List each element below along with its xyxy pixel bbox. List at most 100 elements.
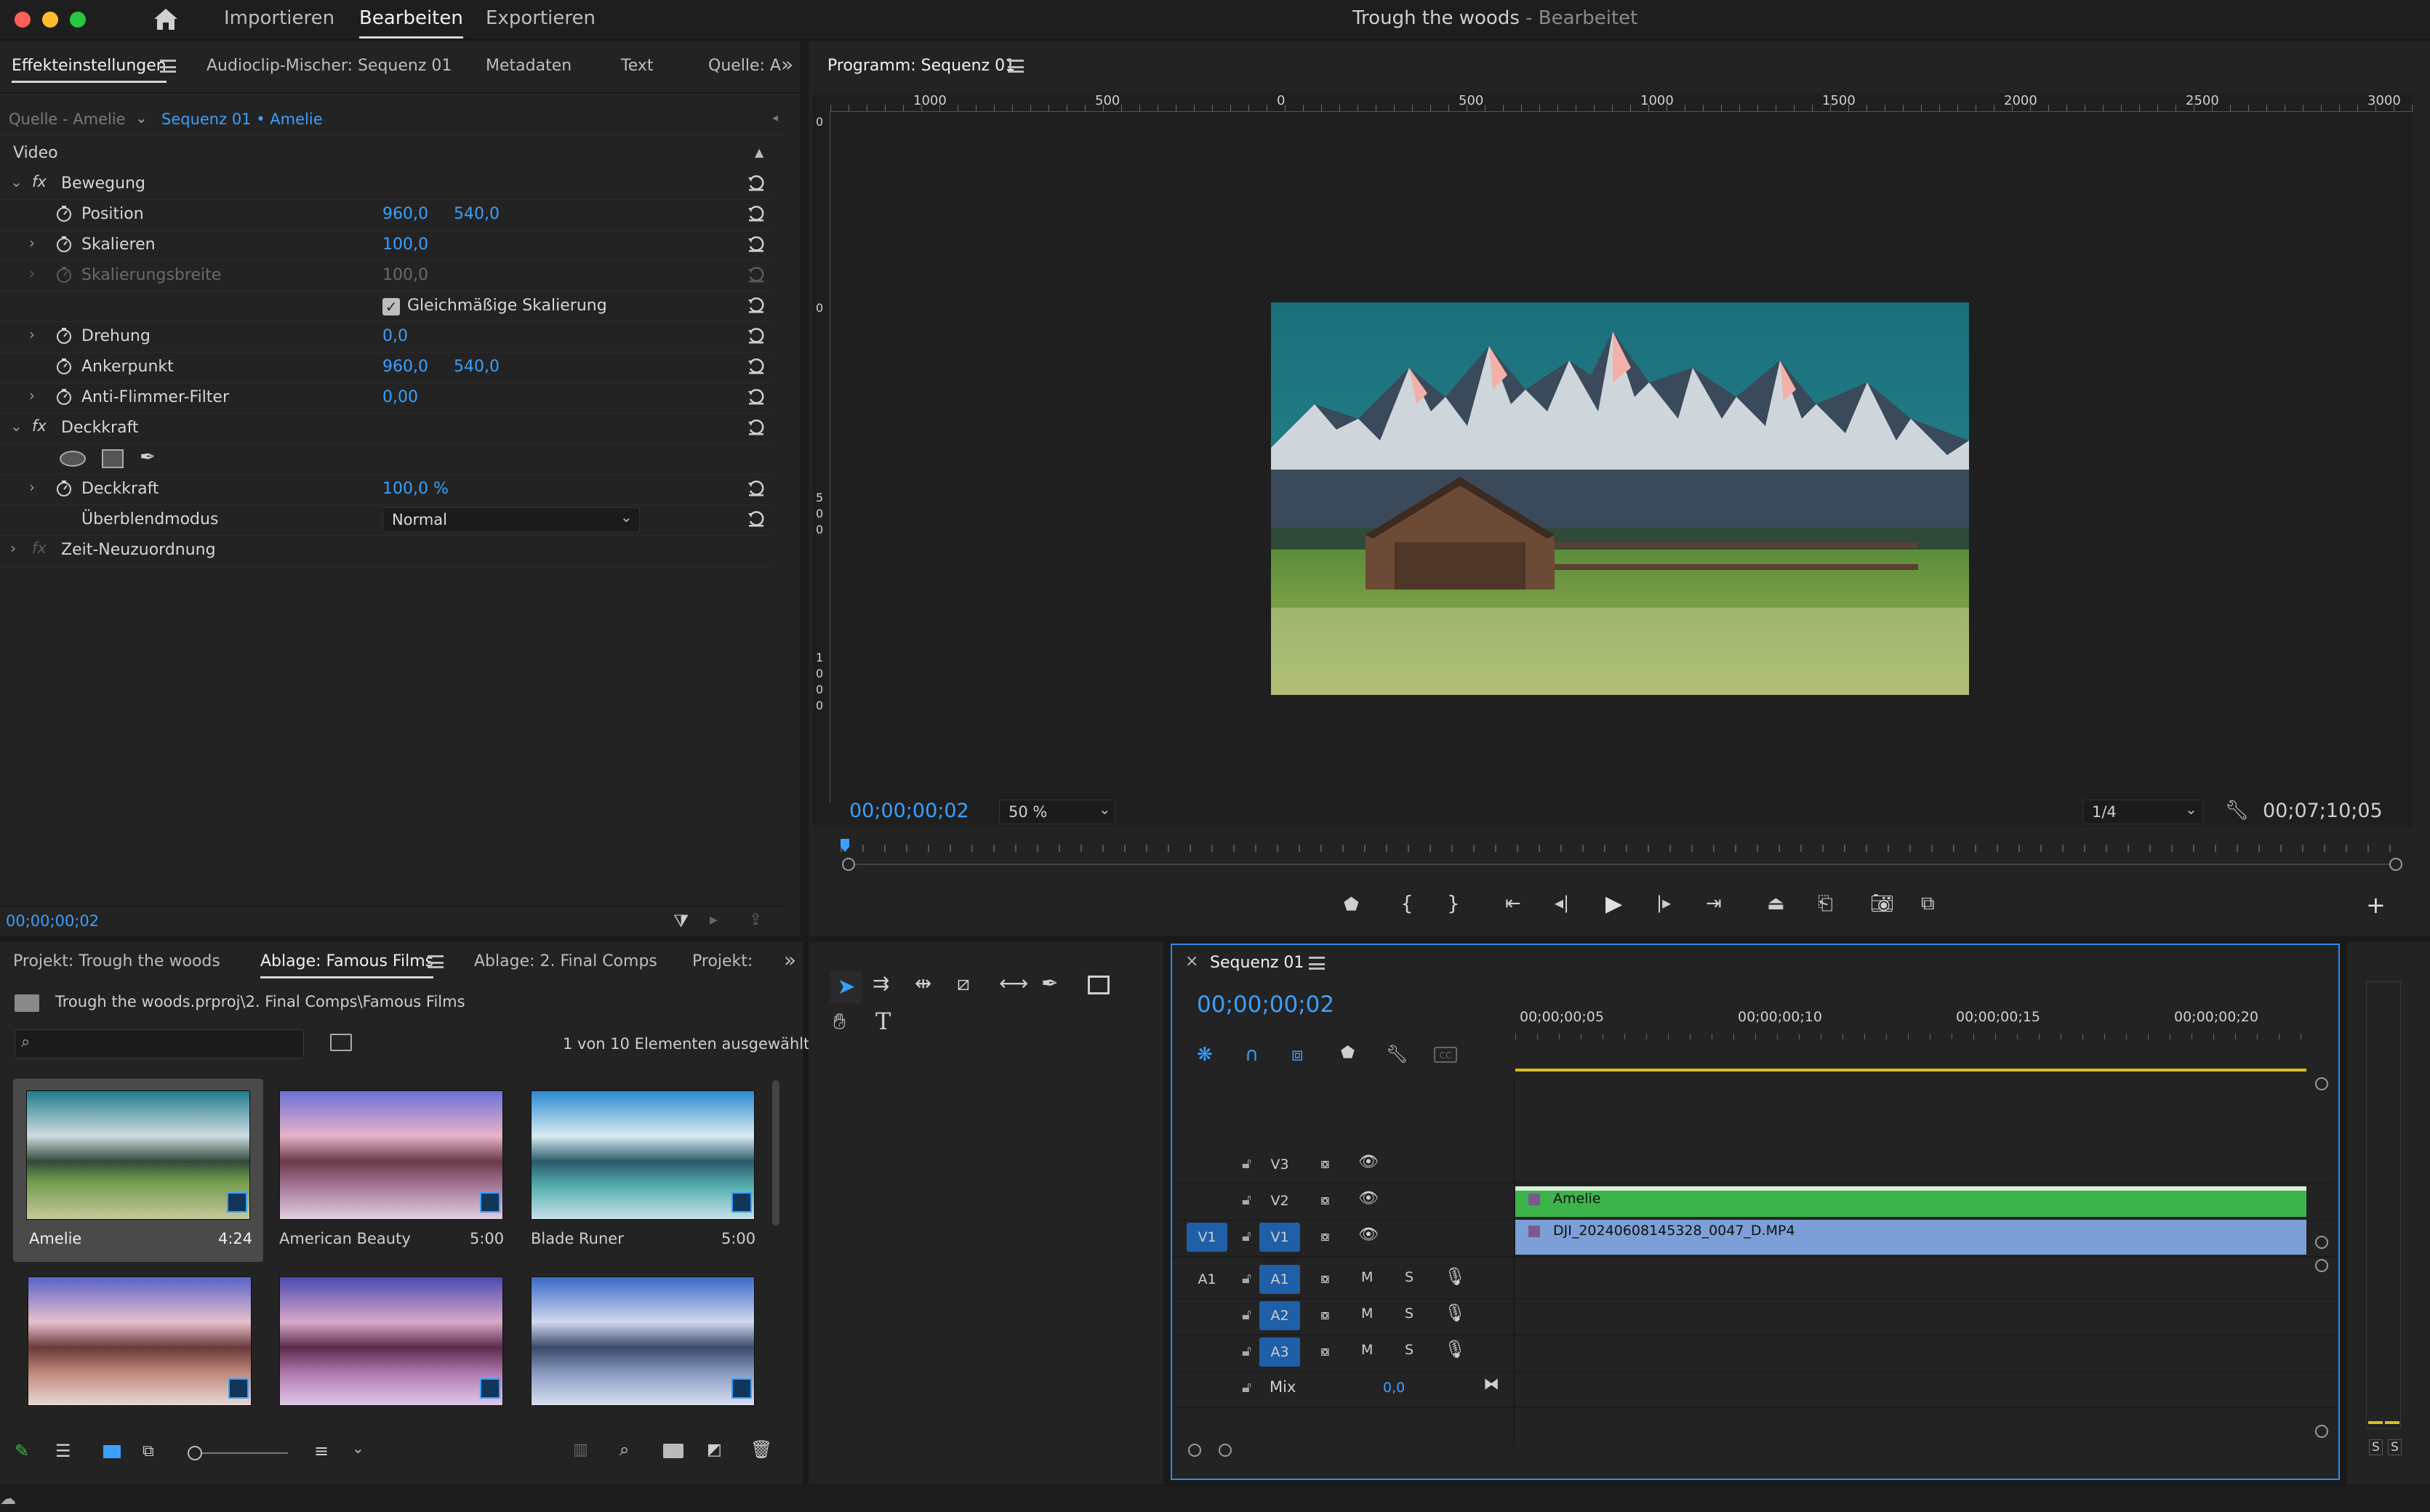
add-marker-icon[interactable]: ⬟ bbox=[1341, 1044, 1355, 1062]
workspace-export[interactable]: Exportieren bbox=[486, 7, 596, 29]
rectangle-mask-icon[interactable] bbox=[102, 449, 124, 468]
go-to-out-icon[interactable]: ⇥ bbox=[1706, 893, 1735, 922]
ellipse-mask-icon[interactable] bbox=[60, 451, 86, 467]
tab-bin-final-comps[interactable]: Ablage: 2. Final Comps bbox=[474, 952, 657, 970]
property-row-flicker[interactable]: › Anti-Flimmer-Filter 0,00 bbox=[0, 382, 771, 414]
horizontal-scrollbar[interactable] bbox=[1188, 1444, 2322, 1460]
media-item[interactable]: Amelie 4:24 bbox=[13, 1079, 263, 1262]
collapse-timeline-icon[interactable]: ◂ bbox=[772, 110, 778, 124]
track-label-a1[interactable]: A1 bbox=[1259, 1265, 1300, 1294]
tab-source[interactable]: Quelle: A bbox=[708, 57, 781, 75]
lift-icon[interactable]: ⏏ bbox=[1767, 893, 1796, 922]
sync-lock-icon[interactable]: ⧇ bbox=[1320, 1269, 1330, 1287]
chevron-right-icon[interactable]: › bbox=[29, 234, 35, 252]
program-video-frame[interactable] bbox=[1271, 302, 1969, 695]
flicker-value[interactable]: 0,00 bbox=[382, 388, 418, 406]
blend-mode-select[interactable]: Normal ⌄ bbox=[382, 507, 640, 532]
solo-button[interactable]: S bbox=[1405, 1306, 1414, 1322]
nest-icon[interactable]: ❋ bbox=[1197, 1044, 1213, 1066]
sync-lock-icon[interactable]: ⧇ bbox=[1320, 1306, 1330, 1323]
home-icon[interactable] bbox=[151, 6, 180, 32]
scrub-start-handle[interactable] bbox=[842, 858, 855, 871]
mute-button[interactable]: M bbox=[1361, 1342, 1373, 1358]
new-item-icon[interactable]: ◩ bbox=[707, 1441, 722, 1459]
track-label-v2[interactable]: V2 bbox=[1259, 1186, 1300, 1215]
chevron-right-double-icon[interactable]: » bbox=[781, 52, 793, 76]
lock-icon[interactable]: 🔓︎ bbox=[1242, 1227, 1251, 1244]
automate-icon[interactable]: ▥ bbox=[573, 1441, 588, 1459]
mark-in-icon[interactable]: { bbox=[1400, 891, 1429, 920]
position-x-value[interactable]: 960,0 bbox=[382, 205, 428, 223]
sort-icon[interactable]: ≡ bbox=[314, 1441, 329, 1461]
step-back-icon[interactable]: ◂| bbox=[1555, 893, 1584, 922]
program-timecode[interactable]: 00;00;00;02 bbox=[849, 800, 969, 822]
solo-button[interactable]: S bbox=[1405, 1342, 1414, 1358]
reset-icon[interactable] bbox=[746, 478, 766, 499]
anchor-x-value[interactable]: 960,0 bbox=[382, 358, 428, 376]
effect-row-motion[interactable]: ⌄ fx Bewegung bbox=[0, 169, 771, 200]
find-icon[interactable]: ⌕ bbox=[619, 1439, 629, 1460]
tab-program[interactable]: Programm: Sequenz 01 bbox=[827, 57, 1015, 75]
sequence-clip-label[interactable]: Sequenz 01 • Amelie bbox=[161, 110, 323, 128]
tab-audio-mixer[interactable]: Audioclip-Mischer: Sequenz 01 bbox=[206, 57, 452, 75]
timeline-ruler[interactable]: 00;00;00;05 00;00;00;10 00;00;00;15 00;0… bbox=[1515, 1005, 2322, 1074]
razor-tool-icon[interactable]: ⧄ bbox=[957, 971, 970, 996]
panel-menu-icon[interactable] bbox=[160, 60, 176, 73]
tab-project-2[interactable]: Projekt: bbox=[692, 952, 753, 970]
panel-menu-icon[interactable] bbox=[1008, 60, 1024, 73]
minimize-window-button[interactable] bbox=[42, 12, 58, 28]
stopwatch-icon[interactable] bbox=[55, 480, 73, 497]
panel-menu-icon[interactable] bbox=[1309, 957, 1325, 970]
grid-scrollbar[interactable] bbox=[772, 1080, 779, 1226]
pencil-icon[interactable]: ✎ bbox=[15, 1441, 29, 1461]
stopwatch-icon[interactable] bbox=[55, 327, 73, 345]
chevron-down-icon[interactable]: ⌄ bbox=[135, 109, 148, 126]
play-audio-icon[interactable]: ▸ bbox=[710, 911, 718, 929]
effect-row-time-remap[interactable]: › fx Zeit-Neuzuordnung bbox=[0, 535, 771, 566]
wrench-icon[interactable]: 🔧︎ bbox=[2225, 800, 2249, 821]
lock-icon[interactable]: 🔓︎ bbox=[1242, 1306, 1251, 1323]
new-bin-icon[interactable] bbox=[663, 1444, 683, 1458]
anchor-y-value[interactable]: 540,0 bbox=[454, 358, 500, 376]
track-label-v1[interactable]: V1 bbox=[1259, 1223, 1300, 1252]
fx-badge-icon[interactable]: fx bbox=[32, 173, 47, 190]
tab-metadata[interactable]: Metadaten bbox=[486, 57, 572, 75]
workspace-import[interactable]: Importieren bbox=[224, 7, 334, 29]
close-icon[interactable]: × bbox=[1185, 952, 1198, 970]
timeline-timecode[interactable]: 00;00;00;02 bbox=[1197, 992, 1334, 1018]
track-select-tool-icon[interactable]: ⇉ bbox=[873, 971, 889, 995]
vertical-scroll-handle-bottom[interactable] bbox=[2315, 1425, 2328, 1438]
lock-icon[interactable]: 🔓︎ bbox=[1242, 1269, 1251, 1287]
cloud-sync-icon[interactable]: ☁︎ bbox=[0, 1490, 16, 1508]
property-row-blend[interactable]: Überblendmodus Normal ⌄ bbox=[0, 504, 771, 536]
chevron-right-icon[interactable]: › bbox=[29, 478, 35, 496]
close-window-button[interactable] bbox=[15, 12, 31, 28]
stopwatch-icon[interactable] bbox=[55, 236, 73, 253]
mute-button[interactable]: M bbox=[1361, 1306, 1373, 1322]
media-item[interactable] bbox=[265, 1266, 515, 1457]
sync-lock-icon[interactable]: ⧇ bbox=[1320, 1154, 1330, 1172]
tab-effect-controls[interactable]: Effekteinstellungen bbox=[12, 57, 167, 83]
vertical-scroll-handle-top[interactable] bbox=[2315, 1077, 2328, 1090]
resolution-select[interactable]: 1/4 ⌄ bbox=[2082, 800, 2203, 824]
tab-project[interactable]: Projekt: Trough the woods bbox=[13, 952, 220, 970]
microphone-icon[interactable]: 🎙︎ bbox=[1444, 1266, 1466, 1287]
add-button-icon[interactable]: + bbox=[2366, 891, 2395, 920]
reset-icon[interactable] bbox=[746, 326, 766, 346]
reset-icon[interactable] bbox=[746, 509, 766, 529]
solo-left-button[interactable]: S bbox=[2369, 1439, 2383, 1455]
slip-tool-icon[interactable]: ⟷ bbox=[999, 971, 1028, 995]
mute-button[interactable]: M bbox=[1361, 1269, 1373, 1285]
work-area-bar[interactable] bbox=[1515, 1069, 2306, 1071]
clip-dji[interactable]: DJI_20240608145328_0047_D.MP4 bbox=[1515, 1220, 2306, 1255]
lock-icon[interactable]: 🔓︎ bbox=[1242, 1378, 1251, 1396]
chevron-right-icon[interactable]: › bbox=[29, 387, 35, 404]
sync-lock-icon[interactable]: ⧇ bbox=[1320, 1342, 1330, 1359]
list-view-icon[interactable]: ☰ bbox=[55, 1441, 71, 1461]
scale-value[interactable]: 100,0 bbox=[382, 236, 428, 254]
type-tool-icon[interactable]: T bbox=[875, 1008, 891, 1035]
lock-icon[interactable]: 🔓︎ bbox=[1242, 1191, 1251, 1208]
export-icon[interactable]: ⇪ bbox=[749, 911, 762, 929]
zoom-select[interactable]: 50 % ⌄ bbox=[999, 800, 1115, 824]
reset-icon[interactable] bbox=[746, 234, 766, 254]
